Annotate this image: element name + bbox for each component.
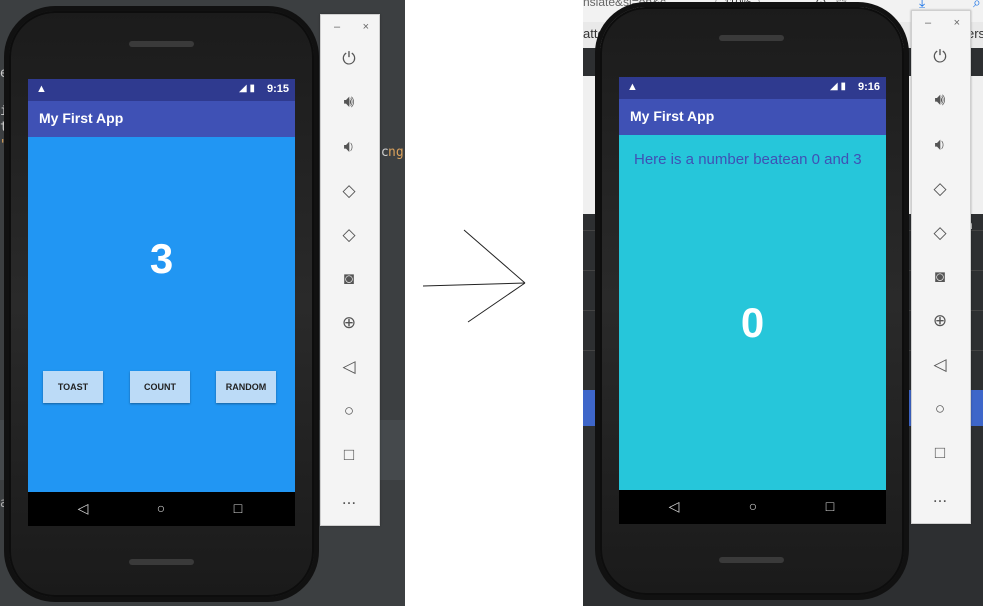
back-icon[interactable]: ◁ bbox=[337, 355, 361, 379]
home-icon[interactable]: ○ bbox=[928, 397, 952, 421]
random-number: 0 bbox=[740, 299, 765, 346]
overview-icon[interactable]: □ bbox=[928, 441, 952, 465]
close-button[interactable]: × bbox=[363, 21, 369, 33]
signal-battery-icon: ◢ ▮ bbox=[239, 83, 255, 94]
power-icon[interactable]: ⏻ bbox=[928, 45, 952, 69]
minimize-button[interactable]: – bbox=[334, 21, 340, 33]
count-button[interactable]: COUNT bbox=[130, 371, 190, 403]
zoom-icon[interactable]: ⊕ bbox=[337, 311, 361, 335]
toast-button[interactable]: TOAST bbox=[43, 371, 103, 403]
warning-icon: ▲ bbox=[36, 83, 47, 95]
back-icon[interactable]: ◁ bbox=[928, 353, 952, 377]
app-bar: My First App bbox=[28, 101, 295, 137]
rotate-left-icon[interactable]: ◇ bbox=[928, 177, 952, 201]
phone-speaker bbox=[719, 557, 784, 563]
close-button[interactable]: × bbox=[954, 17, 960, 29]
panel-header: – × bbox=[912, 17, 970, 31]
home-icon[interactable]: ○ bbox=[744, 497, 762, 515]
back-icon[interactable]: ◁ bbox=[665, 497, 683, 515]
volume-down-icon[interactable]: 🔉︎ bbox=[928, 133, 952, 157]
arrow-icon bbox=[420, 220, 530, 330]
random-message: Here is a number beatean 0 and 3 bbox=[634, 151, 862, 168]
emulator-controls-right: – × ⏻ 🔊︎ 🔉︎ ◇ ◇ ◙ ⊕ ◁ ○ □ ... bbox=[911, 10, 971, 524]
panel-header: – × bbox=[321, 21, 379, 35]
camera-icon[interactable]: ◙ bbox=[337, 267, 361, 291]
status-time: 9:15 bbox=[266, 83, 289, 95]
random-button[interactable]: RANDOM bbox=[216, 371, 276, 403]
emulator-controls-left: – × ⏻ 🔊︎ 🔉︎ ◇ ◇ ◙ ⊕ ◁ ○ □ ... bbox=[320, 14, 380, 526]
phone-speaker bbox=[129, 41, 194, 47]
app-title: My First App bbox=[630, 108, 715, 124]
search-icon[interactable]: ⌕ bbox=[973, 0, 981, 11]
home-icon[interactable]: ○ bbox=[337, 399, 361, 423]
status-time: 9:16 bbox=[857, 81, 880, 93]
home-icon[interactable]: ○ bbox=[152, 499, 170, 517]
overview-icon[interactable]: □ bbox=[337, 443, 361, 467]
app-content: Here is a number beatean 0 and 3 0 bbox=[619, 135, 886, 490]
phone-speaker bbox=[129, 559, 194, 565]
app-content: 3 TOAST COUNT RANDOM bbox=[28, 137, 295, 492]
rotate-right-icon[interactable]: ◇ bbox=[337, 223, 361, 247]
code-fragment: ng bbox=[388, 145, 404, 160]
more-icon[interactable]: ... bbox=[928, 485, 952, 509]
volume-down-icon[interactable]: 🔉︎ bbox=[337, 135, 361, 159]
app-bar: My First App bbox=[619, 99, 886, 135]
minimize-button[interactable]: – bbox=[925, 17, 931, 29]
volume-up-icon[interactable]: 🔊︎ bbox=[928, 88, 952, 112]
status-bar: ▲ 9:15 ◢ ▮ bbox=[28, 79, 295, 101]
count-number: 3 bbox=[149, 235, 174, 282]
signal-battery-icon: ◢ ▮ bbox=[830, 81, 846, 92]
overview-icon[interactable]: □ bbox=[821, 497, 839, 515]
phone-screen: ▲ 9:16 ◢ ▮ My First App Here is a number… bbox=[619, 77, 886, 524]
emulator-phone-left: ▲ 9:15 ◢ ▮ My First App 3 TOAST COUNT RA… bbox=[9, 11, 314, 597]
rotate-right-icon[interactable]: ◇ bbox=[928, 221, 952, 245]
navigation-bar: ◁ ○ □ bbox=[619, 490, 886, 524]
volume-up-icon[interactable]: 🔊︎ bbox=[337, 90, 361, 114]
more-icon[interactable]: ... bbox=[337, 487, 361, 511]
back-icon[interactable]: ◁ bbox=[74, 499, 92, 517]
status-bar: ▲ 9:16 ◢ ▮ bbox=[619, 77, 886, 99]
camera-icon[interactable]: ◙ bbox=[928, 265, 952, 289]
zoom-icon[interactable]: ⊕ bbox=[928, 309, 952, 333]
phone-screen: ▲ 9:15 ◢ ▮ My First App 3 TOAST COUNT RA… bbox=[28, 79, 295, 526]
rotate-left-icon[interactable]: ◇ bbox=[337, 179, 361, 203]
emulator-phone-right: ▲ 9:16 ◢ ▮ My First App Here is a number… bbox=[600, 7, 904, 595]
warning-icon: ▲ bbox=[627, 81, 638, 93]
navigation-bar: ◁ ○ □ bbox=[28, 492, 295, 526]
power-icon[interactable]: ⏻ bbox=[337, 47, 361, 71]
app-title: My First App bbox=[39, 110, 124, 126]
overview-icon[interactable]: □ bbox=[229, 499, 247, 517]
phone-speaker bbox=[719, 35, 784, 41]
